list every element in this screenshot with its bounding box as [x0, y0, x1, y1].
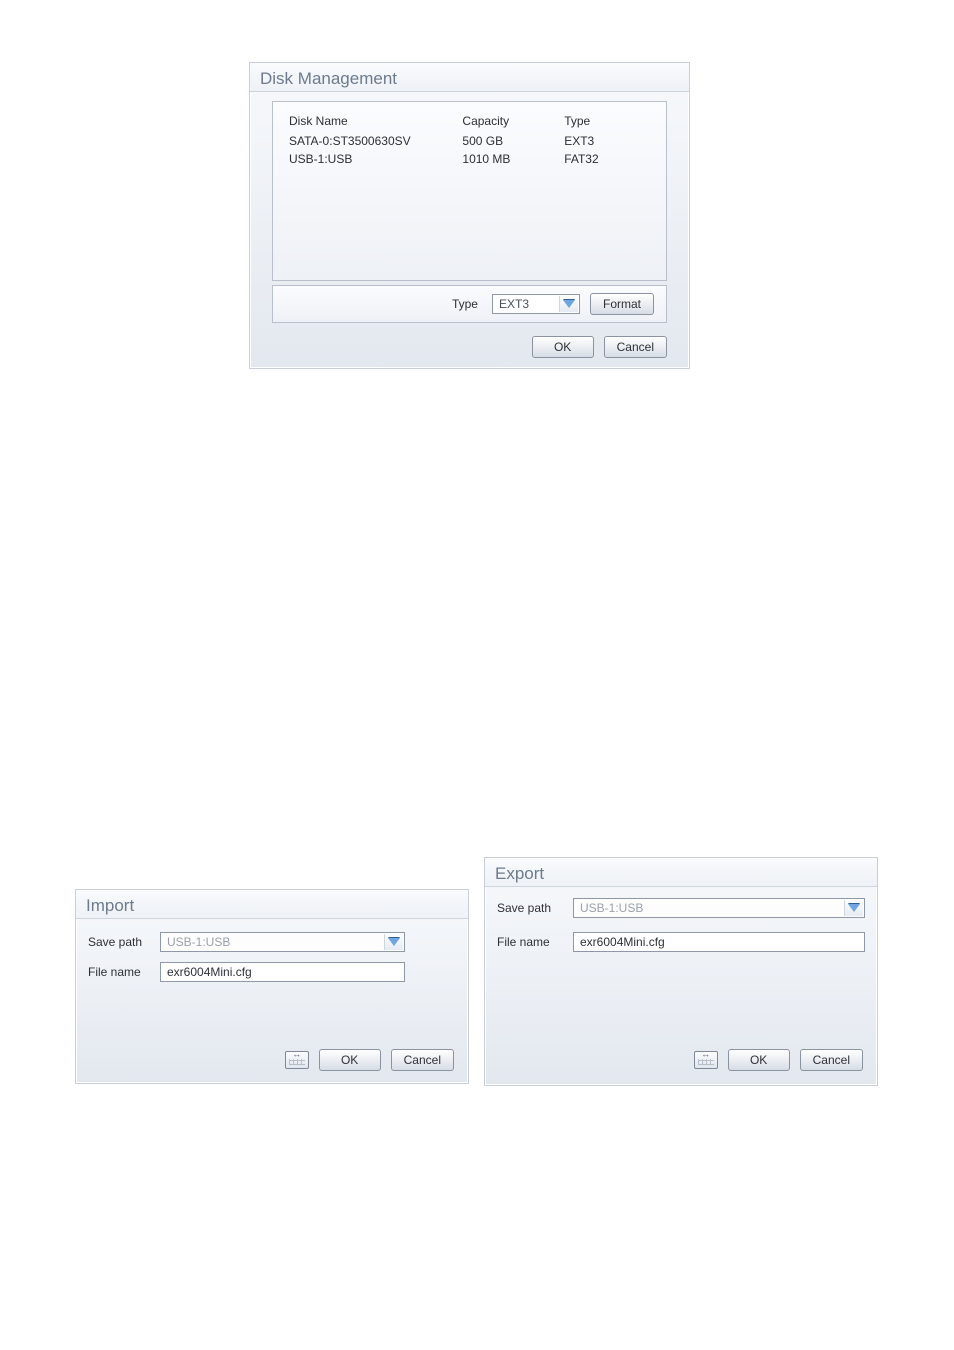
- type-select-value: EXT3: [499, 297, 529, 311]
- save-path-value: USB-1:USB: [167, 935, 230, 949]
- save-path-select[interactable]: USB-1:USB: [573, 898, 865, 918]
- file-name-label: File name: [88, 965, 150, 979]
- keyboard-icon[interactable]: [694, 1051, 718, 1069]
- disk-table: Disk Name Capacity Type SATA-0:ST3500630…: [281, 112, 658, 168]
- chevron-down-icon: [559, 296, 578, 312]
- table-header-row: Disk Name Capacity Type: [281, 112, 658, 132]
- col-header-capacity: Capacity: [454, 112, 556, 132]
- type-select[interactable]: EXT3: [492, 294, 580, 314]
- export-title: Export: [485, 858, 877, 887]
- format-box: Type EXT3 Format: [272, 285, 667, 323]
- save-path-select[interactable]: USB-1:USB: [160, 932, 405, 952]
- disk-management-title: Disk Management: [250, 63, 689, 92]
- type-label: Type: [452, 297, 478, 311]
- cell-capacity: 1010 MB: [454, 150, 556, 168]
- cell-disk-name: USB-1:USB: [281, 150, 454, 168]
- cancel-button[interactable]: Cancel: [391, 1049, 454, 1071]
- export-dialog: Export Save path USB-1:USB File name OK …: [484, 857, 878, 1086]
- keyboard-icon[interactable]: [285, 1051, 309, 1069]
- chevron-down-icon: [384, 934, 403, 950]
- cancel-button[interactable]: Cancel: [800, 1049, 863, 1071]
- save-path-label: Save path: [497, 901, 563, 915]
- format-button[interactable]: Format: [590, 293, 654, 315]
- cell-disk-name: SATA-0:ST3500630SV: [281, 132, 454, 150]
- col-header-type: Type: [556, 112, 658, 132]
- import-dialog: Import Save path USB-1:USB File name OK …: [75, 889, 469, 1084]
- file-name-input[interactable]: [573, 932, 865, 952]
- save-path-label: Save path: [88, 935, 150, 949]
- table-row[interactable]: SATA-0:ST3500630SV 500 GB EXT3: [281, 132, 658, 150]
- table-row[interactable]: USB-1:USB 1010 MB FAT32: [281, 150, 658, 168]
- cell-capacity: 500 GB: [454, 132, 556, 150]
- ok-button[interactable]: OK: [728, 1049, 790, 1071]
- ok-button[interactable]: OK: [319, 1049, 381, 1071]
- cancel-button[interactable]: Cancel: [604, 336, 667, 358]
- save-path-value: USB-1:USB: [580, 901, 643, 915]
- disk-table-box: Disk Name Capacity Type SATA-0:ST3500630…: [272, 101, 667, 281]
- cell-type: FAT32: [556, 150, 658, 168]
- disk-management-dialog: Disk Management Disk Name Capacity Type …: [249, 62, 690, 369]
- file-name-label: File name: [497, 935, 563, 949]
- cell-type: EXT3: [556, 132, 658, 150]
- col-header-disk-name: Disk Name: [281, 112, 454, 132]
- import-title: Import: [76, 890, 468, 919]
- ok-button[interactable]: OK: [532, 336, 594, 358]
- chevron-down-icon: [844, 900, 863, 916]
- file-name-input[interactable]: [160, 962, 405, 982]
